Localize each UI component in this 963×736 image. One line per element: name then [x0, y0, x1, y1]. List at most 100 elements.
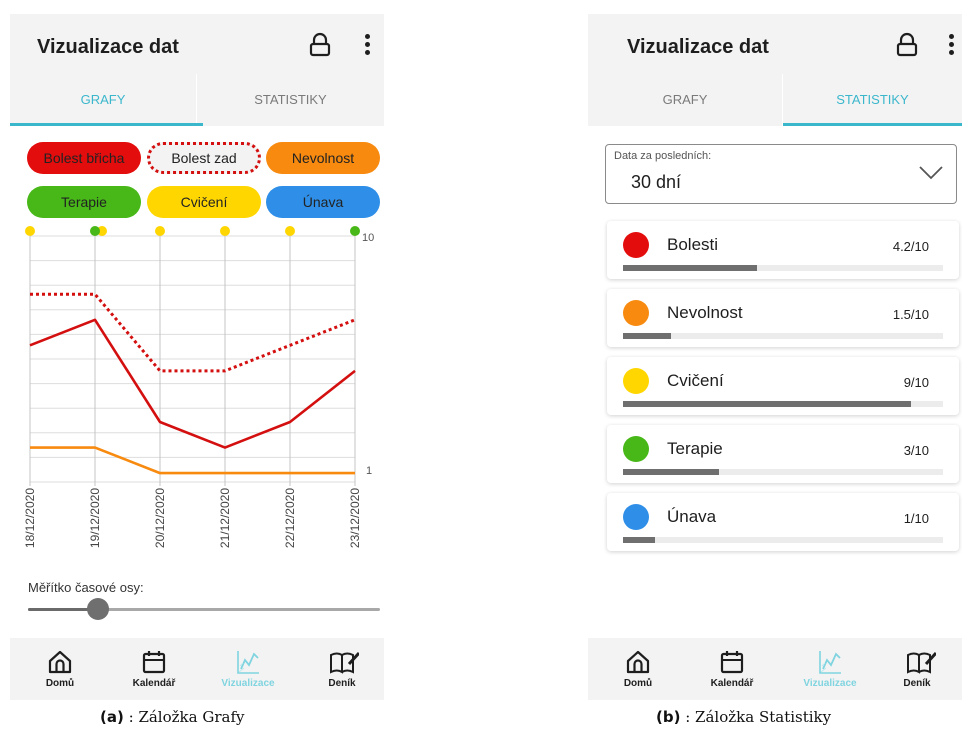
- chart-icon: [237, 651, 259, 674]
- nav-denik[interactable]: Deník: [870, 638, 962, 700]
- stat-bar-fill: [623, 469, 719, 475]
- nav-label: Vizualizace: [803, 678, 857, 689]
- nav-domu[interactable]: Domů: [13, 638, 107, 700]
- x-tick-label: 18/12/2020: [23, 488, 37, 548]
- calendar-icon: [142, 651, 166, 674]
- stat-name: Nevolnost: [667, 303, 743, 322]
- stat-name: Bolesti: [667, 235, 719, 254]
- x-tick-label: 22/12/2020: [283, 488, 297, 548]
- bottom-nav: Domů Kalendář Vizualizace Deník: [10, 638, 384, 700]
- book-icon: [907, 651, 936, 674]
- stat-name: Cvičení: [667, 371, 724, 390]
- nav-vizualizace[interactable]: Vizualizace: [783, 638, 877, 700]
- book-icon: [330, 651, 359, 674]
- tab-grafy[interactable]: GRAFY: [10, 74, 197, 126]
- stat-value: 1.5/10: [892, 307, 929, 322]
- time-scale-label: Měřítko časové osy:: [28, 580, 144, 595]
- stat-card[interactable]: Bolesti 4.2/10: [607, 221, 959, 279]
- x-tick-label: 19/12/2020: [88, 488, 102, 548]
- stat-bar-track: [623, 401, 943, 407]
- stat-bar-fill: [623, 333, 671, 339]
- x-tick-label: 20/12/2020: [153, 488, 167, 548]
- tab-indicator: [783, 123, 962, 126]
- stat-name: Únava: [667, 507, 717, 526]
- app-bar: Vizualizace dat: [10, 14, 384, 74]
- stat-bar-fill: [623, 537, 655, 543]
- stat-color-dot: [623, 232, 649, 258]
- chip-bolest-zad[interactable]: Bolest zad: [147, 142, 261, 174]
- stat-bar-track: [623, 469, 943, 475]
- caption-tag: (b): [656, 708, 681, 726]
- calendar-icon: [720, 651, 744, 674]
- series-line-nevolnost: [30, 446, 355, 475]
- tab-statistiky[interactable]: STATISTIKY: [197, 74, 384, 126]
- stat-value: 9/10: [903, 375, 929, 390]
- time-scale-slider[interactable]: [28, 608, 380, 611]
- chip-cviceni[interactable]: Cvičení: [147, 186, 261, 218]
- dropdown-label: Data za posledních:: [614, 150, 712, 162]
- nav-label: Kalendář: [132, 678, 176, 689]
- event-marker-cvičení: [25, 226, 35, 236]
- y-tick-label: 10: [362, 232, 374, 244]
- chip-nevolnost[interactable]: Nevolnost: [266, 142, 380, 174]
- stat-bar-fill: [623, 401, 911, 407]
- tab-indicator: [10, 123, 203, 126]
- lock-icon[interactable]: [307, 32, 333, 58]
- caption-b: (b) : Záložka Statistiky: [656, 708, 831, 726]
- nav-kalendar[interactable]: Kalendář: [685, 638, 779, 700]
- stat-card[interactable]: Cvičení 9/10: [607, 357, 959, 415]
- stat-card[interactable]: Terapie 3/10: [607, 425, 959, 483]
- more-options-icon[interactable]: [364, 32, 372, 58]
- stat-card[interactable]: Únava 1/10: [607, 493, 959, 551]
- x-tick-label: 21/12/2020: [218, 488, 232, 548]
- x-tick-label: 23/12/2020: [348, 488, 362, 548]
- nav-label: Deník: [328, 678, 356, 689]
- stat-color-dot: [623, 504, 649, 530]
- event-marker-cvičení: [155, 226, 165, 236]
- screen-statistiky: Vizualizace dat GRAFY STATISTIKY Data za…: [588, 14, 962, 700]
- event-marker-cvičení: [220, 226, 230, 236]
- nav-denik[interactable]: Deník: [295, 638, 384, 700]
- chip-bolest-bricha[interactable]: Bolest břicha: [27, 142, 141, 174]
- app-title: Vizualizace dat: [37, 36, 179, 58]
- nav-vizualizace[interactable]: Vizualizace: [201, 638, 295, 700]
- caption-text: : Záložka Grafy: [128, 708, 245, 726]
- event-marker-terapie: [90, 226, 100, 236]
- stat-value: 3/10: [903, 443, 929, 458]
- stat-card[interactable]: Nevolnost 1.5/10: [607, 289, 959, 347]
- tab-statistiky[interactable]: STATISTIKY: [783, 74, 962, 126]
- stat-bar-track: [623, 265, 943, 271]
- chip-terapie[interactable]: Terapie: [27, 186, 141, 218]
- slider-thumb[interactable]: [87, 598, 110, 620]
- tab-bar: GRAFY STATISTIKY: [10, 74, 384, 126]
- app-title: Vizualizace dat: [627, 36, 769, 58]
- period-dropdown[interactable]: Data za posledních: 30 dní: [605, 144, 957, 204]
- stat-color-dot: [623, 436, 649, 462]
- y-tick-label: 1: [366, 465, 372, 477]
- screen-grafy: Vizualizace dat GRAFY STATISTIKY Bolest …: [10, 14, 384, 700]
- bottom-nav: Domů Kalendář Vizualizace Deník: [588, 638, 962, 700]
- caption-text: : Záložka Statistiky: [685, 708, 832, 726]
- stat-value: 4.2/10: [892, 239, 929, 254]
- chart-icon: [819, 651, 841, 674]
- chip-unava[interactable]: Únava: [266, 186, 380, 218]
- caption-a: (a) : Záložka Grafy: [100, 708, 244, 726]
- line-chart: 10 1 18/12/2020 19/12/2020 20/12/2020 21/12/2…: [23, 226, 374, 548]
- tab-grafy[interactable]: GRAFY: [588, 74, 783, 126]
- nav-kalendar[interactable]: Kalendář: [107, 638, 201, 700]
- nav-label: Vizualizace: [221, 678, 275, 689]
- dropdown-value: 30 dní: [631, 172, 682, 192]
- nav-domu[interactable]: Domů: [591, 638, 685, 700]
- event-marker-terapie: [350, 226, 360, 236]
- stat-color-dot: [623, 300, 649, 326]
- more-options-icon[interactable]: [948, 32, 956, 58]
- nav-label: Domů: [45, 678, 75, 689]
- stat-bar-track: [623, 537, 943, 543]
- home-icon: [626, 650, 650, 674]
- stat-name: Terapie: [667, 439, 723, 458]
- nav-label: Kalendář: [710, 678, 754, 689]
- chevron-down-icon: [919, 166, 943, 180]
- lock-icon[interactable]: [894, 32, 920, 58]
- stat-bar-track: [623, 333, 943, 339]
- nav-label: Domů: [623, 678, 653, 689]
